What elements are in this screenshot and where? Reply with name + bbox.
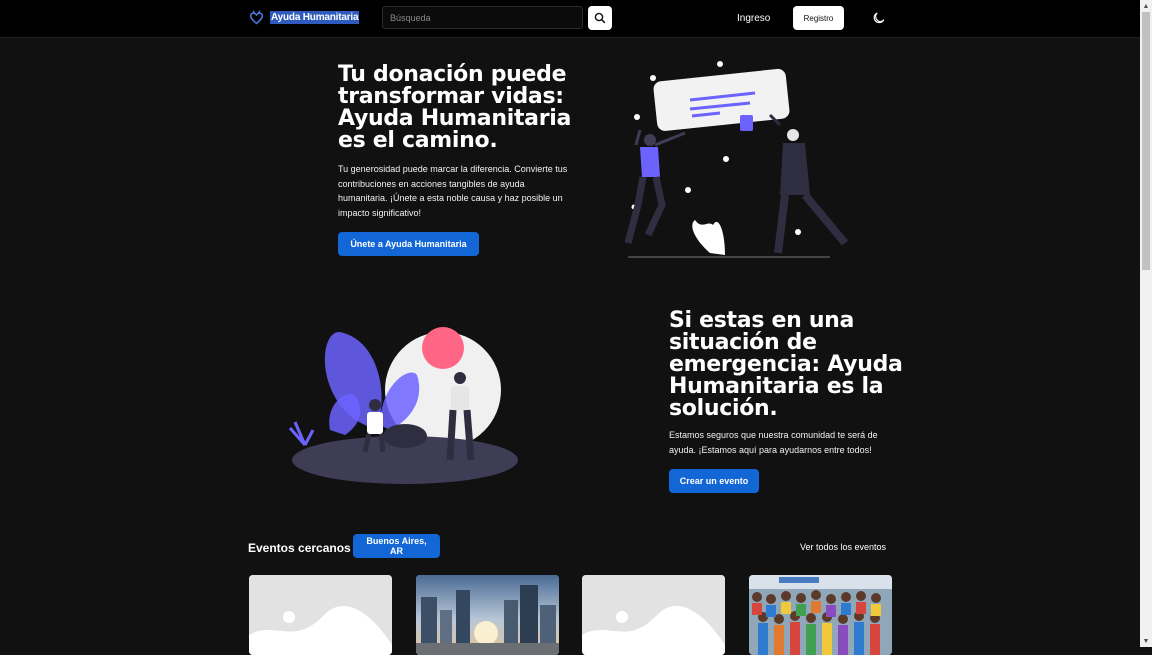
scroll-down-arrow-icon[interactable]: ▼ [1140, 635, 1152, 647]
create-event-button[interactable]: Crear un evento [669, 469, 759, 493]
search-button[interactable] [588, 6, 612, 30]
page-scrollbar[interactable]: ▲ ▼ [1140, 0, 1152, 647]
brand-link[interactable]: Ayuda Humanitaria [248, 9, 360, 26]
hero-description: Tu generosidad puede marcar la diferenci… [338, 164, 568, 218]
events-section-title: Eventos cercanos [248, 541, 351, 555]
view-all-events-link[interactable]: Ver todos los eventos [800, 542, 886, 552]
children-group-photo [749, 575, 892, 655]
event-card[interactable] [416, 575, 559, 655]
emergency-title: Si estas en una situación de emergencia:… [669, 308, 903, 421]
moon-icon[interactable] [872, 11, 886, 25]
heart-hands-icon [249, 10, 264, 25]
navbar: Ayuda Humanitaria Ingreso Registro [0, 0, 1140, 38]
scroll-up-arrow-icon[interactable]: ▲ [1140, 0, 1152, 12]
join-button[interactable]: Únete a Ayuda Humanitaria [338, 232, 479, 256]
location-selector[interactable]: Buenos Aires, AR [353, 534, 440, 558]
emergency-illustration [288, 327, 518, 484]
register-button[interactable]: Registro [793, 6, 844, 30]
scrollbar-thumb[interactable] [1142, 12, 1150, 270]
search-input[interactable] [382, 6, 583, 29]
city-skyline-photo [416, 575, 559, 655]
brand-name: Ayuda Humanitaria [270, 11, 360, 24]
emergency-description: Estamos seguros que nuestra comunidad te… [669, 430, 878, 455]
event-card[interactable] [582, 575, 725, 655]
placeholder-image-icon [249, 575, 392, 655]
hero-title: Tu donación puede transformar vidas: Ayu… [338, 62, 572, 153]
event-card[interactable] [749, 575, 892, 655]
login-link[interactable]: Ingreso [737, 13, 770, 24]
placeholder-image-icon [582, 575, 725, 655]
event-card[interactable] [249, 575, 392, 655]
celebration-illustration [624, 61, 849, 258]
search-icon [594, 12, 606, 24]
